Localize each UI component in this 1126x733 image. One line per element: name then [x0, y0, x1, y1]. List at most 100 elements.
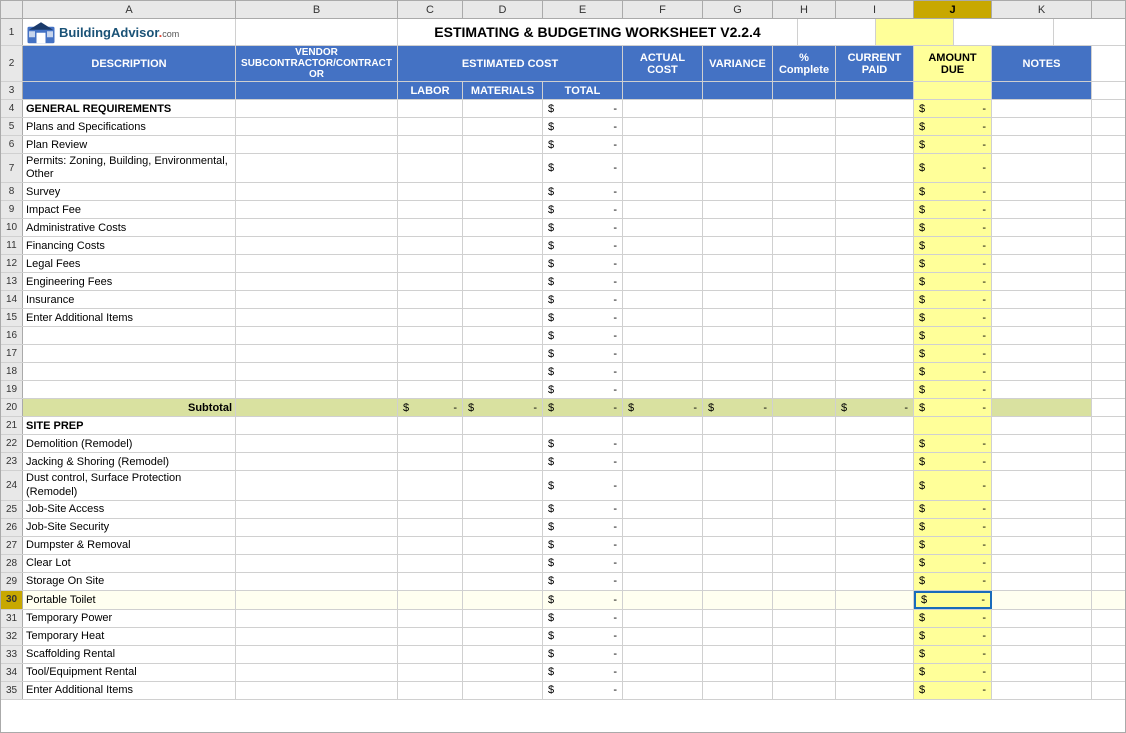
header-percent-complete: % Complete	[773, 46, 836, 81]
row-18: 18 $- $-	[1, 363, 1125, 381]
logo-brand: BuildingAdvisor	[59, 25, 159, 40]
row-9: 9 Impact Fee $- $-	[1, 201, 1125, 219]
row1-j	[876, 19, 954, 45]
rownum-9: 9	[1, 201, 23, 218]
row-3: 3 LABOR MATERIALS TOTAL	[1, 82, 1125, 100]
header-materials: MATERIALS	[463, 82, 543, 99]
general-req-header: GENERAL REQUIREMENTS	[23, 100, 236, 117]
col-header-i[interactable]: I	[836, 1, 914, 18]
rownum-10: 10	[1, 219, 23, 236]
row-23: 23 Jacking & Shoring (Remodel) $- $-	[1, 453, 1125, 471]
row-20: 20 Subtotal $- $- $- $- $- $- $-	[1, 399, 1125, 417]
row-32: 32 Temporary Heat $- $-	[1, 628, 1125, 646]
col-header-f[interactable]: F	[623, 1, 703, 18]
row-13: 13 Engineering Fees $- $-	[1, 273, 1125, 291]
header-description: DESCRIPTION	[23, 46, 236, 81]
col-header-d[interactable]: D	[463, 1, 543, 18]
row1-b	[236, 19, 398, 45]
row-24: 24 Dust control, Surface Protection (Rem…	[1, 471, 1125, 500]
rownum-25: 25	[1, 501, 23, 518]
row-34: 34 Tool/Equipment Rental $- $-	[1, 664, 1125, 682]
row-11: 11 Financing Costs $- $-	[1, 237, 1125, 255]
rownum-13: 13	[1, 273, 23, 290]
row-12: 12 Legal Fees $- $-	[1, 255, 1125, 273]
rownum-12: 12	[1, 255, 23, 272]
rownum-16: 16	[1, 327, 23, 344]
header-actual-cost: ACTUAL COST	[623, 46, 703, 81]
row3-b	[236, 82, 398, 99]
rownum-26: 26	[1, 519, 23, 536]
rownum-1: 1	[1, 19, 23, 45]
row-19: 19 $- $-	[1, 381, 1125, 399]
header-total: TOTAL	[543, 82, 623, 99]
rows-area: 1 BuildingAdvisor.com EST	[1, 19, 1125, 700]
row-5: 5 Plans and Specifications $- $-	[1, 118, 1125, 136]
rownum-5: 5	[1, 118, 23, 135]
rownum-2: 2	[1, 46, 23, 81]
header-current-paid: CURRENT PAID	[836, 46, 914, 81]
rownum-31: 31	[1, 610, 23, 627]
rownum-14: 14	[1, 291, 23, 308]
selected-cell-j30[interactable]: $-	[914, 591, 992, 609]
header-notes: NOTES	[992, 46, 1092, 81]
rownum-30: 30	[1, 591, 23, 609]
row-33: 33 Scaffolding Rental $- $-	[1, 646, 1125, 664]
row-17: 17 $- $-	[1, 345, 1125, 363]
rownum-22: 22	[1, 435, 23, 452]
logo-icon	[26, 20, 56, 44]
col-header-c[interactable]: C	[398, 1, 463, 18]
rownum-23: 23	[1, 453, 23, 470]
row3-j	[914, 82, 992, 99]
row-1: 1 BuildingAdvisor.com EST	[1, 19, 1125, 46]
rownum-33: 33	[1, 646, 23, 663]
rownum-35: 35	[1, 682, 23, 699]
rownum-20: 20	[1, 399, 23, 416]
row-28: 28 Clear Lot $- $-	[1, 555, 1125, 573]
rownum-15: 15	[1, 309, 23, 326]
header-estimated-cost: ESTIMATED COST	[398, 46, 623, 81]
header-vendor: VENDOR SUBCONTRACTOR/CONTRACT OR	[236, 46, 398, 81]
corner-cell	[1, 1, 23, 18]
header-amount-due: AMOUNT DUE	[914, 46, 992, 81]
row-30: 30 Portable Toilet $- $-	[1, 591, 1125, 610]
col-header-a[interactable]: A	[23, 1, 236, 18]
col-header-g[interactable]: G	[703, 1, 773, 18]
row-29: 29 Storage On Site $- $-	[1, 573, 1125, 591]
row3-f	[623, 82, 703, 99]
logo-cell: BuildingAdvisor.com	[23, 19, 236, 45]
row-2: 2 DESCRIPTION VENDOR SUBCONTRACTOR/CONTR…	[1, 46, 1125, 82]
col-header-e[interactable]: E	[543, 1, 623, 18]
column-headers: A B C D E F G H I J K	[1, 1, 1125, 19]
row3-i	[836, 82, 914, 99]
row-15: 15 Enter Additional Items $- $-	[1, 309, 1125, 327]
rownum-21: 21	[1, 417, 23, 434]
col-header-h[interactable]: H	[773, 1, 836, 18]
rownum-17: 17	[1, 345, 23, 362]
col-header-j[interactable]: J	[914, 1, 992, 18]
site-prep-header: SITE PREP	[23, 417, 236, 434]
row-4: 4 GENERAL REQUIREMENTS $- $-	[1, 100, 1125, 118]
col-header-b[interactable]: B	[236, 1, 398, 18]
rownum-4: 4	[1, 100, 23, 117]
row-22: 22 Demolition (Remodel) $- $-	[1, 435, 1125, 453]
header-variance: VARIANCE	[703, 46, 773, 81]
title-cell: ESTIMATING & BUDGETING WORKSHEET V2.2.4	[398, 19, 798, 45]
row-10: 10 Administrative Costs $- $-	[1, 219, 1125, 237]
row-27: 27 Dumpster & Removal $- $-	[1, 537, 1125, 555]
rownum-24: 24	[1, 471, 23, 499]
row3-h	[773, 82, 836, 99]
rownum-34: 34	[1, 664, 23, 681]
row-35: 35 Enter Additional Items $- $-	[1, 682, 1125, 700]
row-26: 26 Job-Site Security $- $-	[1, 519, 1125, 537]
subtotal-label: Subtotal	[23, 399, 236, 416]
row-16: 16 $- $-	[1, 327, 1125, 345]
rownum-32: 32	[1, 628, 23, 645]
rownum-8: 8	[1, 183, 23, 200]
rownum-29: 29	[1, 573, 23, 590]
row3-g	[703, 82, 773, 99]
rownum-6: 6	[1, 136, 23, 153]
row1-k	[954, 19, 1054, 45]
rownum-28: 28	[1, 555, 23, 572]
row-21: 21 SITE PREP	[1, 417, 1125, 435]
col-header-k[interactable]: K	[992, 1, 1092, 18]
